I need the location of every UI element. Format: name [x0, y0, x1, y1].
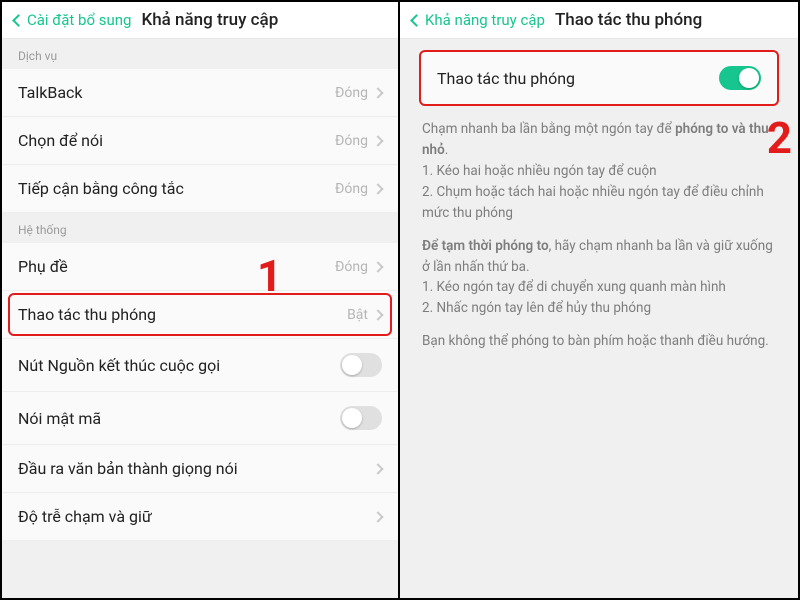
- section-service: Dịch vụ: [2, 39, 398, 69]
- row-speak-passwords[interactable]: Nói mật mã: [2, 392, 398, 445]
- chevron-right-icon: [372, 309, 383, 320]
- back-label: Khả năng truy cập: [425, 11, 545, 29]
- chevron-right-icon: [372, 511, 383, 522]
- toggle-power-ends-call[interactable]: [340, 353, 382, 377]
- page-title-right: Thao tác thu phóng: [555, 10, 702, 30]
- row-touch-hold-delay[interactable]: Độ trễ chạm và giữ: [2, 493, 398, 541]
- row-status: Đóng: [335, 181, 368, 197]
- instructions-text: Chạm nhanh ba lần bằng một ngón tay để p…: [420, 105, 778, 352]
- row-subtitles[interactable]: Phụ đề Đóng: [2, 243, 398, 291]
- row-select-to-speak[interactable]: Chọn để nói Đóng: [2, 117, 398, 165]
- magnification-detail-screen: Khả năng truy cập Thao tác thu phóng Tha…: [400, 2, 798, 598]
- header-left: Cài đặt bổ sung Khả năng truy cập: [2, 2, 398, 39]
- row-label: TalkBack: [18, 83, 83, 102]
- row-status: Đóng: [335, 133, 368, 149]
- chevron-left-icon: [12, 14, 25, 27]
- toggle-magnification[interactable]: [719, 66, 761, 90]
- back-button-right[interactable]: Khả năng truy cập: [412, 11, 545, 29]
- chevron-right-icon: [372, 183, 383, 194]
- row-magnification[interactable]: Thao tác thu phóng Bật: [2, 291, 398, 339]
- chevron-right-icon: [372, 135, 383, 146]
- page-title-left: Khả năng truy cập: [141, 10, 278, 30]
- header-right: Khả năng truy cập Thao tác thu phóng: [400, 2, 798, 39]
- accessibility-list-screen: Cài đặt bổ sung Khả năng truy cập Dịch v…: [2, 2, 400, 598]
- row-label: Nút Nguồn kết thúc cuộc gọi: [18, 356, 220, 375]
- row-label: Tiếp cận bằng công tắc: [18, 179, 184, 198]
- row-label: Độ trễ chạm và giữ: [18, 507, 152, 526]
- row-power-ends-call[interactable]: Nút Nguồn kết thúc cuộc gọi: [2, 339, 398, 392]
- row-talkback[interactable]: TalkBack Đóng: [2, 69, 398, 117]
- toggle-speak-passwords[interactable]: [340, 406, 382, 430]
- chevron-right-icon: [372, 261, 383, 272]
- instruction-para-2: Để tạm thời phóng to, hãy chạm nhanh ba …: [422, 236, 776, 320]
- row-label: Thao tác thu phóng: [18, 305, 156, 324]
- instruction-para-3: Bạn không thể phóng to bàn phím hoặc tha…: [422, 331, 776, 352]
- back-label: Cài đặt bổ sung: [27, 11, 131, 29]
- section-system: Hệ thống: [2, 213, 398, 243]
- row-label: Thao tác thu phóng: [437, 69, 575, 88]
- row-label: Phụ đề: [18, 257, 68, 276]
- row-switch-access[interactable]: Tiếp cận bằng công tắc Đóng: [2, 165, 398, 213]
- row-status: Đóng: [335, 259, 368, 275]
- row-status: Bật: [347, 307, 368, 323]
- chevron-right-icon: [372, 463, 383, 474]
- detail-body: Thao tác thu phóng Chạm nhanh ba lần bằn…: [400, 39, 798, 591]
- chevron-right-icon: [372, 87, 383, 98]
- back-button-left[interactable]: Cài đặt bổ sung: [14, 11, 131, 29]
- row-status: Đóng: [335, 85, 368, 101]
- row-label: Đầu ra văn bản thành giọng nói: [18, 459, 238, 478]
- row-tts-output[interactable]: Đầu ra văn bản thành giọng nói: [2, 445, 398, 493]
- instruction-para-1: Chạm nhanh ba lần bằng một ngón tay để p…: [422, 119, 776, 224]
- row-magnification-toggle[interactable]: Thao tác thu phóng: [420, 51, 778, 105]
- row-label: Chọn để nói: [18, 131, 103, 150]
- row-label: Nói mật mã: [18, 409, 101, 428]
- chevron-left-icon: [410, 14, 423, 27]
